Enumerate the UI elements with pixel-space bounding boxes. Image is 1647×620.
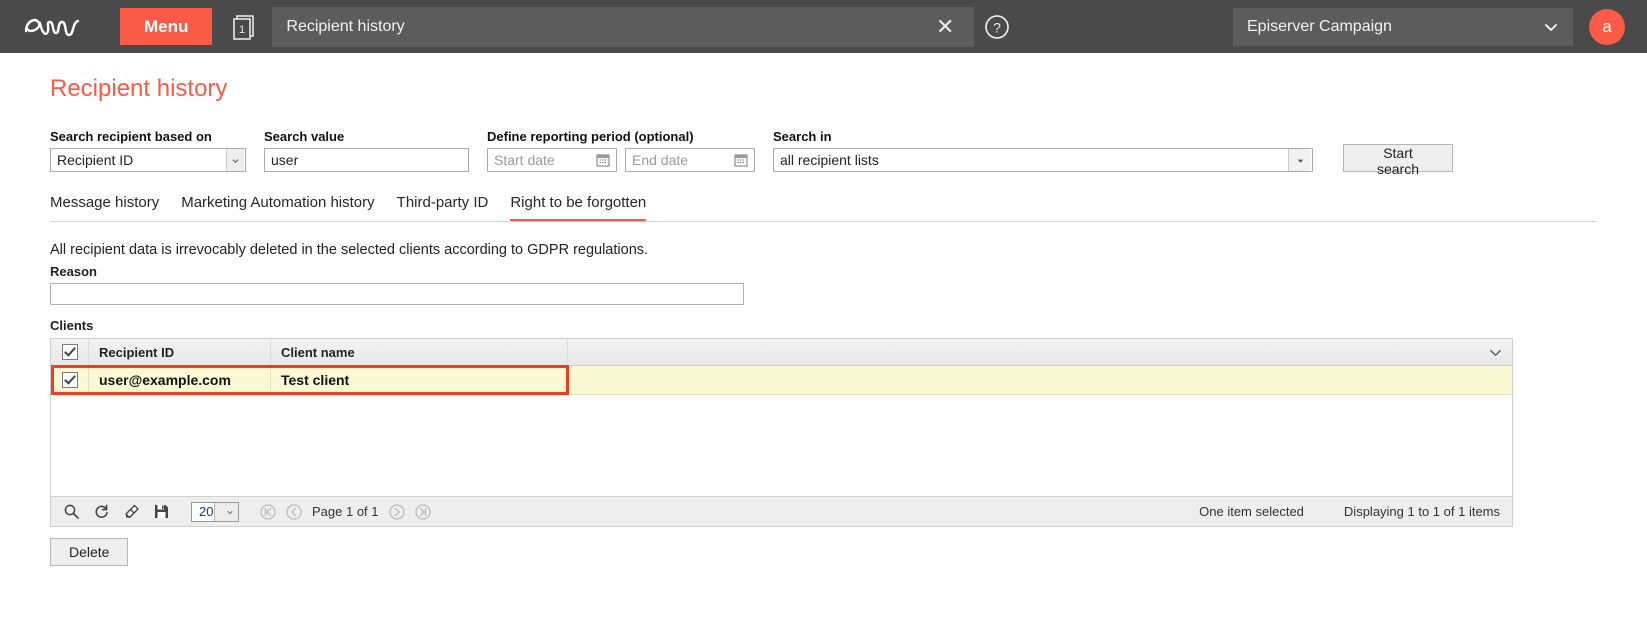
last-page-icon[interactable] [414,503,431,520]
page-content: Search recipient based on Recipient ID S… [0,129,1647,566]
end-date-input-wrap [625,148,755,172]
client-selector-label: Episerver Campaign [1247,17,1392,35]
page-size-value: 20 [199,504,214,519]
search-value-field: Search value [264,129,469,172]
chevron-down-icon[interactable] [1288,149,1311,171]
eraser-icon[interactable] [123,503,140,520]
chevron-down-icon[interactable] [214,502,238,521]
reason-label: Reason [50,264,97,279]
reporting-period-field: Define reporting period (optional) [487,129,755,172]
search-in-field: Search in all recipient lists [773,129,1313,172]
clients-label: Clients [50,318,94,333]
first-page-icon[interactable] [260,503,276,520]
page-size-select[interactable]: 20 [191,501,239,522]
start-date-input-wrap [487,148,617,172]
workspace-icon[interactable]: 1 [228,12,258,42]
column-header-recipient-id[interactable]: Recipient ID [89,339,271,365]
search-based-on-select[interactable]: Recipient ID [50,148,246,172]
search-value-label: Search value [264,129,345,144]
close-icon[interactable]: ✕ [930,15,960,38]
avatar[interactable]: a [1589,8,1625,45]
chevron-down-icon[interactable] [1489,346,1502,359]
reason-input-wrap [50,283,744,305]
breadcrumb-label: Recipient history [286,17,405,35]
select-all-checkbox[interactable] [61,344,78,360]
grid-header-row: Recipient ID Client name [51,339,1512,366]
search-in-value: all recipient lists [780,152,879,168]
cell-client-name: Test client [271,366,568,394]
tab-message-history[interactable]: Message history [50,194,159,221]
page-title: Recipient history [50,75,228,102]
search-in-combo[interactable]: all recipient lists [773,148,1313,172]
episerver-logo[interactable] [22,11,102,43]
tab-right-to-be-forgotten[interactable]: Right to be forgotten [510,194,647,221]
search-based-on-field: Search recipient based on Recipient ID [50,129,246,172]
select-all-cell[interactable] [51,339,89,365]
menu-button[interactable]: Menu [120,8,213,45]
cell-recipient-id: user@example.com [89,366,271,394]
top-bar: Menu 1 Recipient history ✕ ? Episerver C… [0,0,1647,53]
search-in-label: Search in [773,129,832,144]
cell-empty [568,366,1512,394]
clients-grid: Recipient ID Client name user@example.co… [50,338,1513,527]
prev-page-icon[interactable] [286,503,302,520]
grid-header-menu-cell [568,339,1512,365]
page-indicator: Page 1 of 1 [312,504,379,519]
calendar-icon[interactable] [734,153,748,167]
delete-button[interactable]: Delete [50,538,128,566]
display-status: Displaying 1 to 1 of 1 items [1343,504,1500,519]
grid-toolbar: 20 Page 1 of 1 One item selected Display… [51,496,1512,526]
table-row[interactable]: user@example.com Test client [51,366,1512,395]
search-form: Search recipient based on Recipient ID S… [50,129,1597,177]
end-date-input[interactable] [632,152,734,168]
breadcrumb: Recipient history ✕ [272,6,975,47]
history-tabs: Message history Marketing Automation his… [50,194,1597,222]
start-search-button[interactable]: Start search [1343,144,1453,177]
search-based-on-label: Search recipient based on [50,129,212,144]
reporting-period-label: Define reporting period (optional) [487,129,694,144]
search-based-on-value: Recipient ID [57,152,134,168]
next-page-icon[interactable] [388,503,405,520]
svg-text:?: ? [993,19,1001,35]
tab-marketing-automation-history[interactable]: Marketing Automation history [181,194,374,221]
chevron-down-icon[interactable] [226,149,244,171]
search-icon[interactable] [63,503,80,520]
gdpr-note: All recipient data is irrevocably delete… [50,242,649,258]
tab-third-party-id[interactable]: Third-party ID [397,194,489,221]
grid-body: user@example.com Test client [51,365,1512,496]
selection-status: One item selected [1199,504,1304,519]
chevron-down-icon [1545,23,1557,31]
help-icon[interactable]: ? [984,14,1010,40]
save-icon[interactable] [153,503,170,520]
refresh-icon[interactable] [93,503,110,520]
client-selector[interactable]: Episerver Campaign [1233,7,1573,46]
search-value-input[interactable] [271,152,462,168]
reason-input[interactable] [51,284,743,304]
column-header-client-name[interactable]: Client name [271,339,568,365]
row-select-cell[interactable] [51,366,89,394]
start-date-input[interactable] [494,152,596,168]
row-checkbox[interactable] [61,372,78,388]
svg-text:1: 1 [239,24,245,36]
search-value-input-wrap [264,148,469,172]
calendar-icon[interactable] [596,153,610,167]
